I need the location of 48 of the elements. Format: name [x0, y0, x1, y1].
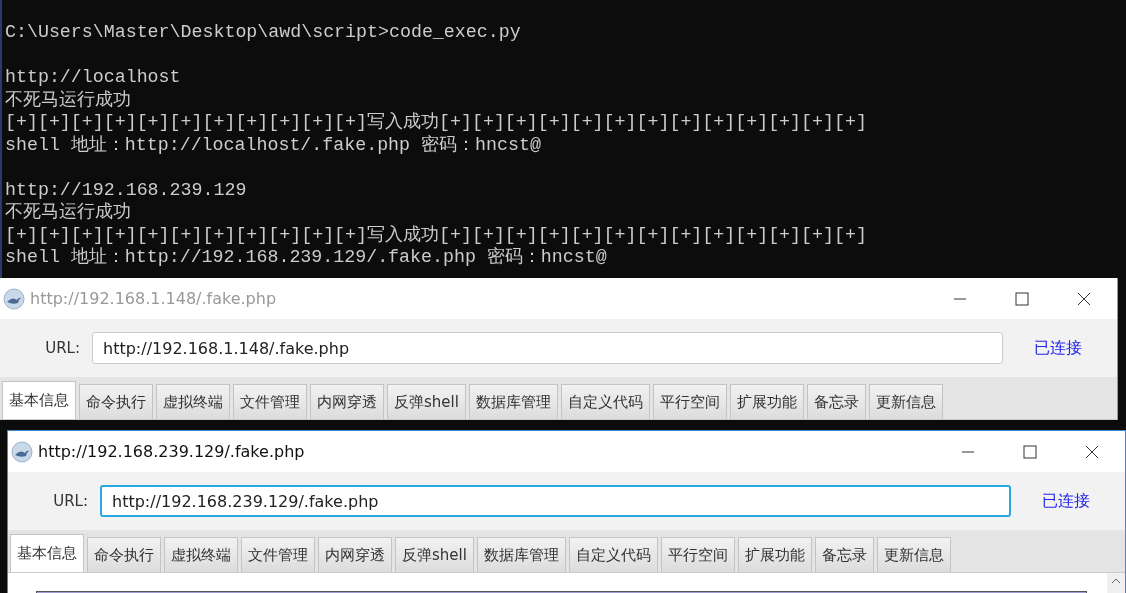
- console-line: [+][+][+][+][+][+][+][+][+][+][+]写入成功[+][+][+][+][+][+][+][+][+][+][+][+][+]: [5, 112, 867, 132]
- connection-status: 已连接: [1034, 337, 1082, 359]
- logo-icon: [3, 287, 25, 310]
- tab[interactable]: 虚拟终端: [156, 384, 230, 419]
- window-title: http://192.168.239.129/.fake.php: [38, 442, 305, 461]
- tab[interactable]: 备忘录: [806, 384, 866, 419]
- tab[interactable]: 更新信息: [876, 537, 951, 572]
- url-label: URL:: [52, 492, 88, 510]
- url-field[interactable]: http://192.168.239.129/.fake.php: [100, 485, 1011, 517]
- tab[interactable]: 备忘录: [814, 537, 874, 572]
- tab[interactable]: 反弹shell: [395, 537, 474, 572]
- logo-icon: [11, 440, 33, 463]
- console-line: 不死马运行成功: [5, 202, 131, 222]
- tab[interactable]: 文件管理: [241, 537, 315, 572]
- tab[interactable]: 文件管理: [233, 384, 307, 419]
- console-line: 不死马运行成功: [5, 89, 131, 110]
- window-title: http://192.168.1.148/.fake.php: [30, 289, 277, 308]
- url-label: URL:: [44, 339, 80, 357]
- tab[interactable]: 更新信息: [868, 384, 943, 419]
- tab[interactable]: 扩展功能: [729, 384, 804, 419]
- close-icon[interactable]: [1085, 444, 1099, 459]
- scroll-up-icon[interactable]: [1111, 578, 1121, 584]
- tab[interactable]: 自定义代码: [568, 537, 658, 572]
- tab[interactable]: 内网穿透: [318, 537, 392, 572]
- maximize-icon[interactable]: [1023, 444, 1037, 459]
- console-line: shell 地址：http://localhost/.fake.php 密码：hncst@: [5, 134, 541, 155]
- tab[interactable]: 内网穿透: [310, 384, 384, 419]
- console-line: http://192.168.239.129: [5, 179, 247, 200]
- tab[interactable]: 平行空间: [660, 537, 735, 572]
- tab[interactable]: 扩展功能: [737, 537, 812, 572]
- console-line: C:\Users\Master\Desktop\awd\script>code_exec.py: [5, 22, 521, 42]
- tab[interactable]: 基本信息: [10, 534, 84, 572]
- tab[interactable]: 平行空间: [652, 384, 727, 419]
- tab[interactable]: 命令执行: [79, 384, 153, 419]
- close-icon[interactable]: [1077, 291, 1091, 306]
- tab[interactable]: 自定义代码: [560, 384, 650, 419]
- tab[interactable]: 数据库管理: [476, 537, 566, 572]
- maximize-icon[interactable]: [1015, 291, 1029, 306]
- tab[interactable]: 虚拟终端: [164, 537, 238, 572]
- console-line: http://localhost: [5, 67, 181, 87]
- console-line: [+][+][+][+][+][+][+][+][+][+][+]写入成功[+][+][+][+][+][+][+][+][+][+][+][+][+]: [5, 224, 867, 245]
- console-line: shell 地址：http://192.168.239.129/.fake.php 密码：hncst@: [5, 247, 607, 267]
- tab[interactable]: 数据库管理: [468, 384, 558, 419]
- tab[interactable]: 基本信息: [2, 381, 76, 419]
- tab[interactable]: 命令执行: [87, 537, 161, 572]
- connection-status: 已连接: [1042, 490, 1090, 512]
- url-field[interactable]: http://192.168.1.148/.fake.php: [92, 332, 1003, 364]
- tab[interactable]: 反弹shell: [387, 384, 466, 419]
